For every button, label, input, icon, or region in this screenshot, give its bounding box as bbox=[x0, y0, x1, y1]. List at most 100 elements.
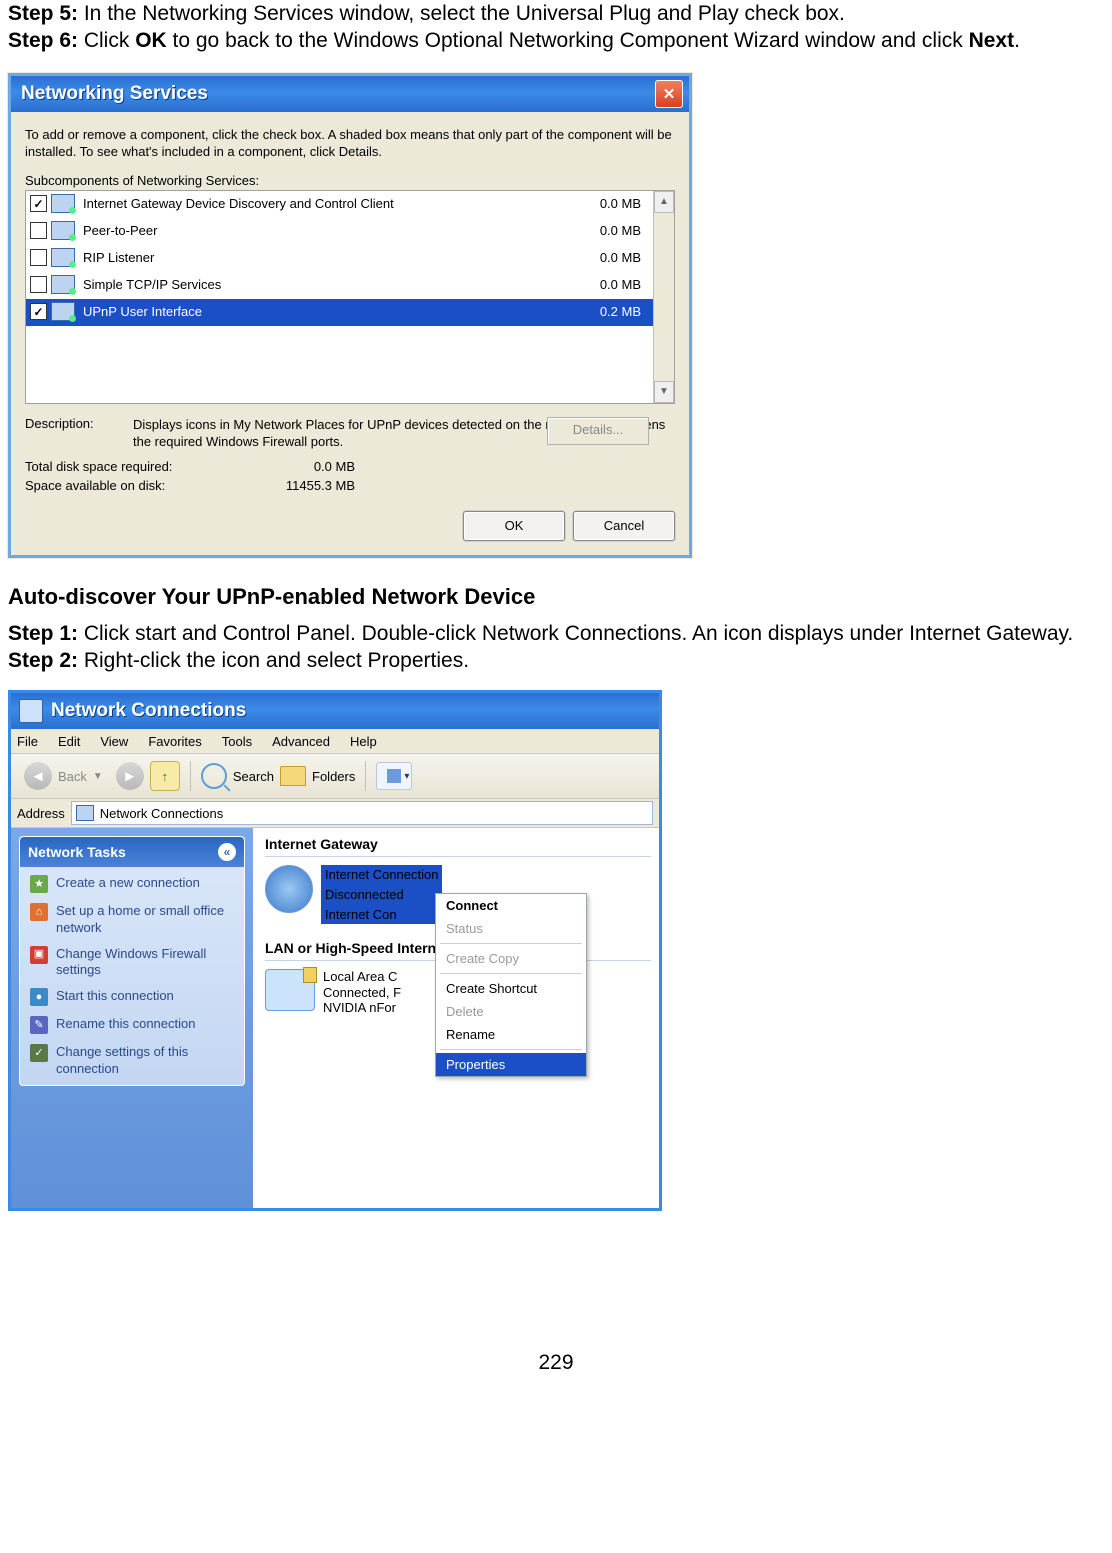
step6-mid: to go back to the Windows Optional Netwo… bbox=[167, 29, 969, 52]
list-item[interactable]: Simple TCP/IP Services 0.0 MB bbox=[26, 272, 653, 299]
back-arrow-icon: ◄ bbox=[24, 762, 52, 790]
checkbox-icon[interactable] bbox=[30, 303, 47, 320]
lan-connection-item[interactable]: Local Area C Connected, F NVIDIA nFor bbox=[265, 969, 651, 1016]
component-name: Simple TCP/IP Services bbox=[79, 277, 553, 292]
dialog-titlebar[interactable]: Networking Services ✕ bbox=[11, 76, 689, 112]
up-button[interactable]: ↑ bbox=[150, 761, 180, 791]
task-firewall[interactable]: ▣ Change Windows Firewall settings bbox=[30, 946, 234, 979]
task-change-settings[interactable]: ✓ Change settings of this connection bbox=[30, 1044, 234, 1077]
menu-edit[interactable]: Edit bbox=[58, 734, 80, 749]
task-label: Change settings of this connection bbox=[56, 1044, 234, 1077]
step6-post: . bbox=[1014, 29, 1020, 52]
back-button[interactable]: ◄ Back ▼ bbox=[17, 757, 110, 795]
folders-button[interactable]: Folders bbox=[280, 766, 355, 786]
tasks-header[interactable]: Network Tasks « bbox=[20, 837, 244, 867]
tasks-header-label: Network Tasks bbox=[28, 844, 126, 860]
auto-step2-line: Step 2: Right-click the icon and select … bbox=[8, 647, 1104, 674]
scroll-up-icon[interactable]: ▲ bbox=[654, 191, 674, 213]
task-label: Start this connection bbox=[56, 988, 174, 1004]
network-service-icon bbox=[51, 248, 75, 267]
lan-icon bbox=[265, 969, 315, 1011]
menu-view[interactable]: View bbox=[100, 734, 128, 749]
component-size: 0.0 MB bbox=[557, 277, 649, 292]
network-service-icon bbox=[51, 221, 75, 240]
step6-pre: Click bbox=[78, 29, 135, 52]
step5-label: Step 5: bbox=[8, 2, 78, 25]
ctx-connect[interactable]: Connect bbox=[436, 894, 586, 917]
search-label: Search bbox=[233, 769, 274, 784]
menu-advanced[interactable]: Advanced bbox=[272, 734, 330, 749]
menu-tools[interactable]: Tools bbox=[222, 734, 252, 749]
toolbar: ◄ Back ▼ ► ↑ Search Folders bbox=[11, 754, 659, 799]
forward-button[interactable]: ► bbox=[116, 762, 144, 790]
network-connections-window: Network Connections File Edit View Favor… bbox=[8, 690, 662, 1211]
ok-button[interactable]: OK bbox=[463, 511, 565, 541]
dialog-title: Networking Services bbox=[21, 83, 208, 105]
group-internet-gateway: Internet Gateway bbox=[265, 836, 651, 857]
list-item[interactable]: RIP Listener 0.0 MB bbox=[26, 245, 653, 272]
subcomponents-list: Internet Gateway Device Discovery and Co… bbox=[25, 190, 675, 404]
step5-text: In the Networking Services window, selec… bbox=[78, 2, 845, 25]
checkbox-icon[interactable] bbox=[30, 195, 47, 212]
new-connection-icon: ★ bbox=[30, 875, 48, 893]
views-icon bbox=[387, 769, 401, 783]
start-connection-icon: ● bbox=[30, 988, 48, 1006]
task-label: Rename this connection bbox=[56, 1016, 195, 1032]
component-size: 0.0 MB bbox=[557, 196, 649, 211]
close-icon[interactable]: ✕ bbox=[655, 80, 683, 108]
checkbox-icon[interactable] bbox=[30, 249, 47, 266]
list-item[interactable]: Internet Gateway Device Discovery and Co… bbox=[26, 191, 653, 218]
settings-icon: ✓ bbox=[30, 1044, 48, 1062]
page-number: 229 bbox=[8, 1351, 1104, 1375]
component-name: Peer-to-Peer bbox=[79, 223, 553, 238]
list-item[interactable]: Peer-to-Peer 0.0 MB bbox=[26, 218, 653, 245]
ctx-create-copy: Create Copy bbox=[436, 947, 586, 970]
window-titlebar[interactable]: Network Connections bbox=[11, 693, 659, 729]
network-service-icon bbox=[51, 194, 75, 213]
auto-step1-line: Step 1: Click start and Control Panel. D… bbox=[8, 620, 1104, 647]
avail-space-label: Space available on disk: bbox=[25, 478, 245, 493]
ctx-rename[interactable]: Rename bbox=[436, 1023, 586, 1046]
collapse-icon[interactable]: « bbox=[218, 843, 236, 861]
task-start-connection[interactable]: ● Start this connection bbox=[30, 988, 234, 1006]
step5-line: Step 5: In the Networking Services windo… bbox=[8, 0, 1104, 27]
address-input[interactable]: Network Connections bbox=[71, 801, 653, 825]
checkbox-icon[interactable] bbox=[30, 276, 47, 293]
task-setup-network[interactable]: ⌂ Set up a home or small office network bbox=[30, 903, 234, 936]
section-heading: Auto-discover Your UPnP-enabled Network … bbox=[8, 584, 1104, 610]
step6-next: Next bbox=[969, 29, 1015, 52]
list-item[interactable]: UPnP User Interface 0.2 MB bbox=[26, 299, 653, 326]
auto-step1-text: Click start and Control Panel. Double-cl… bbox=[78, 622, 1073, 645]
scroll-down-icon[interactable]: ▼ bbox=[654, 381, 674, 403]
menu-file[interactable]: File bbox=[17, 734, 38, 749]
total-space-value: 0.0 MB bbox=[245, 459, 355, 474]
menu-help[interactable]: Help bbox=[350, 734, 377, 749]
search-button[interactable]: Search bbox=[201, 763, 274, 789]
list-scrollbar[interactable]: ▲ ▼ bbox=[653, 191, 674, 403]
network-connections-icon bbox=[19, 699, 43, 723]
folders-label: Folders bbox=[312, 769, 355, 784]
task-create-connection[interactable]: ★ Create a new connection bbox=[30, 875, 234, 893]
checkbox-icon[interactable] bbox=[30, 222, 47, 239]
menu-favorites[interactable]: Favorites bbox=[148, 734, 201, 749]
setup-network-icon: ⌂ bbox=[30, 903, 48, 921]
connection-device: Internet Con bbox=[321, 905, 442, 925]
ctx-status: Status bbox=[436, 917, 586, 940]
address-label: Address bbox=[17, 806, 65, 821]
address-bar: Address Network Connections bbox=[11, 799, 659, 828]
subcomponents-label: Subcomponents of Networking Services: bbox=[25, 173, 675, 188]
component-size: 0.0 MB bbox=[557, 223, 649, 238]
up-arrow-icon: ↑ bbox=[162, 769, 169, 784]
component-size: 0.2 MB bbox=[557, 304, 649, 319]
cancel-button[interactable]: Cancel bbox=[573, 511, 675, 541]
ctx-properties[interactable]: Properties bbox=[436, 1053, 586, 1076]
auto-step2-text: Right-click the icon and select Properti… bbox=[78, 649, 469, 672]
details-button: Details... bbox=[547, 417, 649, 445]
internet-connection-item[interactable]: Internet Connection Disconnected Interne… bbox=[265, 865, 651, 924]
total-space-label: Total disk space required: bbox=[25, 459, 245, 474]
toolbar-separator bbox=[190, 761, 191, 791]
views-button[interactable] bbox=[376, 762, 412, 790]
connection-status: Disconnected bbox=[321, 885, 442, 905]
task-rename-connection[interactable]: ✎ Rename this connection bbox=[30, 1016, 234, 1034]
step6-ok: OK bbox=[135, 29, 167, 52]
